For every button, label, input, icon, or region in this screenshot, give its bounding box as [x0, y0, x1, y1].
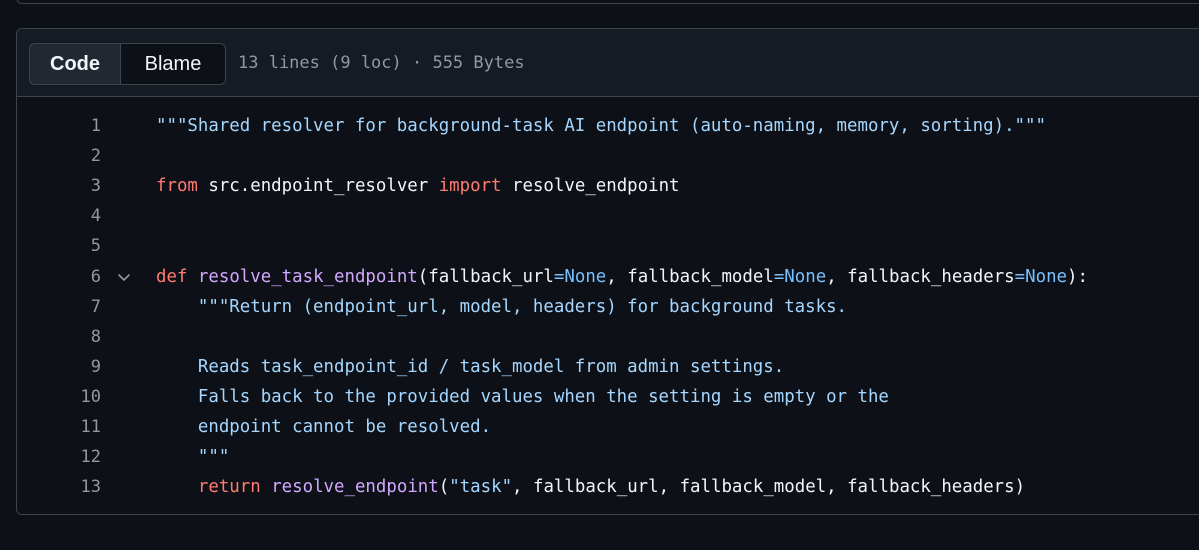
line-number[interactable]: 5: [57, 231, 101, 261]
chevron-down-icon[interactable]: [117, 271, 131, 283]
line-code: def resolve_task_endpoint(fallback_url=N…: [156, 262, 1088, 292]
line-code: """Shared resolver for background-task A…: [156, 111, 1046, 141]
line-number[interactable]: 7: [57, 292, 101, 322]
code-token: ):: [1067, 266, 1088, 287]
line-number[interactable]: 9: [57, 352, 101, 382]
code-token: (fallback_url: [417, 266, 554, 287]
line-number[interactable]: 12: [57, 442, 101, 472]
code-token: "task": [449, 477, 513, 498]
line-number[interactable]: 13: [57, 472, 101, 502]
code-token: """: [156, 447, 230, 468]
code-token: =: [1014, 266, 1026, 287]
code-token: , fallback_headers: [826, 266, 1015, 287]
file-viewer: Code Blame 13 lines (9 loc) · 555 Bytes …: [16, 28, 1199, 515]
code-line: 7 """Return (endpoint_url, model, header…: [17, 292, 1197, 322]
line-code: Reads task_endpoint_id / task_model from…: [156, 352, 784, 382]
file-header: Code Blame 13 lines (9 loc) · 555 Bytes: [17, 29, 1199, 97]
blame-button[interactable]: Blame: [121, 44, 225, 84]
code-line: 5: [17, 231, 1197, 261]
line-code: from src.endpoint_resolver import resolv…: [156, 171, 680, 201]
code-line: 8: [17, 322, 1197, 352]
line-number[interactable]: 4: [57, 201, 101, 231]
code-token: resolve_endpoint: [501, 176, 680, 197]
code-line: 11 endpoint cannot be resolved.: [17, 412, 1197, 442]
code-line: 10 Falls back to the provided values whe…: [17, 382, 1197, 412]
code-token: None: [564, 266, 607, 287]
file-info: 13 lines (9 loc) · 555 Bytes: [238, 53, 525, 73]
code-token: =: [773, 266, 785, 287]
code-token: Reads task_endpoint_id / task_model from…: [156, 356, 785, 377]
code-token: """Shared resolver for background-task A…: [156, 116, 1046, 136]
code-token: from: [156, 176, 198, 197]
code-token: endpoint cannot be resolved.: [156, 417, 492, 437]
code-token: Falls back to the provided values when t…: [156, 386, 889, 407]
code-token: def: [156, 266, 188, 287]
line-number[interactable]: 3: [57, 171, 101, 201]
code-token: resolve_endpoint: [271, 477, 439, 498]
line-code: endpoint cannot be resolved.: [156, 412, 491, 442]
line-number[interactable]: 2: [57, 141, 101, 171]
line-number[interactable]: 11: [57, 412, 101, 442]
code-token: , fallback_model: [606, 266, 774, 287]
code-line: 3 from src.endpoint_resolver import resol…: [17, 171, 1197, 201]
line-number[interactable]: 10: [57, 382, 101, 412]
code-token: , fallback_url, fallback_model, fallback…: [512, 477, 1026, 498]
code-button[interactable]: Code: [30, 44, 121, 84]
code-line: 1 """Shared resolver for background-task …: [17, 111, 1197, 141]
code-line: 2: [17, 141, 1197, 171]
code-area: 1 """Shared resolver for background-task …: [17, 97, 1199, 497]
code-token: src.endpoint_resolver: [197, 176, 439, 197]
code-token: =: [553, 266, 565, 287]
line-number[interactable]: 1: [57, 111, 101, 141]
code-line: 9 Reads task_endpoint_id / task_model fr…: [17, 352, 1197, 382]
code-line: 13 return resolve_endpoint("task", fallb…: [17, 472, 1197, 502]
line-code: Falls back to the provided values when t…: [156, 382, 889, 412]
code-line: 4: [17, 201, 1197, 231]
line-code: """Return (endpoint_url, model, headers)…: [156, 292, 847, 322]
code-line: 12 """: [17, 442, 1197, 472]
code-token: (: [438, 477, 450, 498]
code-token: None: [1025, 266, 1068, 287]
previous-panel-border: [16, 0, 1199, 4]
line-code: """: [156, 442, 229, 472]
code-token: return: [197, 477, 261, 498]
code-line: 6 def resolve_task_endpoint(fallback_url=…: [17, 262, 1197, 292]
line-number[interactable]: 8: [57, 322, 101, 352]
code-token: resolve_task_endpoint: [197, 266, 418, 287]
line-number[interactable]: 6: [57, 262, 101, 292]
code-token: """Return (endpoint_url, model, headers)…: [156, 296, 848, 317]
line-code: return resolve_endpoint("task", fallback…: [156, 472, 1025, 502]
code-token: None: [784, 266, 827, 287]
view-mode-toggle: Code Blame: [29, 43, 226, 85]
code-token: import: [438, 176, 502, 197]
